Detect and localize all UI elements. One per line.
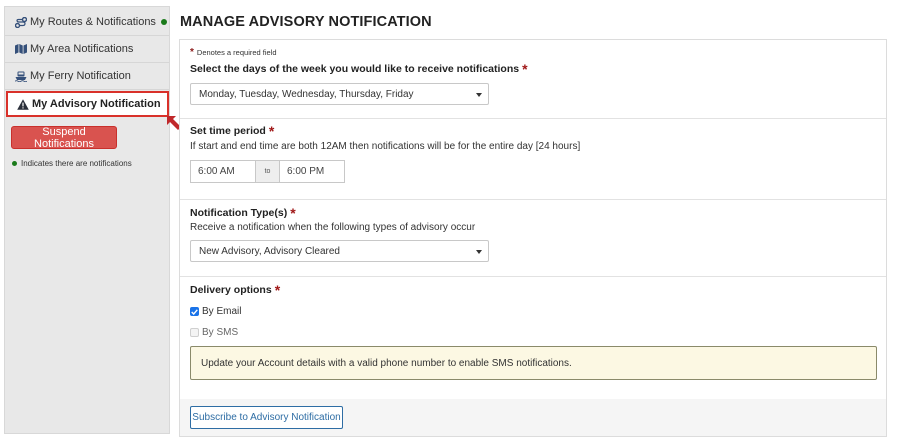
days-label: Select the days of the week you would li… bbox=[190, 61, 528, 77]
days-section: * Denotes a required field Select the da… bbox=[180, 40, 886, 119]
time-label-text: Set time period bbox=[190, 125, 266, 137]
ferry-icon bbox=[14, 70, 27, 82]
types-select[interactable]: New Advisory, Advisory Cleared bbox=[190, 240, 489, 262]
sidebar-item-label: My Advisory Notification bbox=[32, 98, 161, 110]
time-separator: to bbox=[256, 160, 279, 183]
routes-icon bbox=[14, 16, 27, 28]
delivery-label: Delivery options * bbox=[190, 282, 281, 298]
days-label-text: Select the days of the week you would li… bbox=[190, 63, 520, 75]
notification-dot bbox=[160, 19, 167, 25]
types-label-text: Notification Type(s) bbox=[190, 207, 288, 219]
legend-text: Indicates there are notifications bbox=[21, 159, 132, 168]
warning-icon bbox=[16, 98, 29, 110]
types-section: Notification Type(s) * Receive a notific… bbox=[180, 200, 886, 277]
sms-checkbox[interactable] bbox=[190, 328, 199, 337]
suspend-notifications-button[interactable]: Suspend Notifications bbox=[11, 126, 117, 150]
types-help: Receive a notification when the followin… bbox=[190, 222, 476, 233]
end-time-input[interactable]: 6:00 PM bbox=[279, 160, 345, 183]
days-select-value: Monday, Tuesday, Wednesday, Thursday, Fr… bbox=[199, 88, 414, 100]
form-footer: Subscribe to Advisory Notification bbox=[180, 399, 886, 436]
days-select[interactable]: Monday, Tuesday, Wednesday, Thursday, Fr… bbox=[190, 83, 489, 105]
types-select-value: New Advisory, Advisory Cleared bbox=[199, 245, 340, 257]
sms-option[interactable]: By SMS bbox=[190, 327, 238, 338]
page-title: MANAGE ADVISORY NOTIFICATION bbox=[180, 14, 432, 30]
required-marker: * bbox=[190, 47, 194, 58]
notification-dot-icon bbox=[12, 161, 17, 166]
sidebar-item-label: My Area Notifications bbox=[30, 43, 134, 55]
required-note-text: Denotes a required field bbox=[196, 48, 277, 57]
subscribe-button[interactable]: Subscribe to Advisory Notification bbox=[190, 406, 343, 429]
email-checkbox[interactable] bbox=[190, 307, 199, 316]
advisory-form: * Denotes a required field Select the da… bbox=[179, 39, 887, 437]
email-label: By Email bbox=[202, 306, 242, 317]
time-range: 6:00 AM to 6:00 PM bbox=[190, 160, 345, 183]
time-help: If start and end time are both 12AM then… bbox=[190, 141, 581, 152]
required-marker: * bbox=[274, 282, 281, 298]
map-icon bbox=[14, 43, 27, 55]
time-section: Set time period * If start and end time … bbox=[180, 119, 886, 200]
sidebar-item-label: My Ferry Notification bbox=[30, 70, 131, 82]
sidebar-item-advisory[interactable]: My Advisory Notification bbox=[6, 91, 169, 117]
sidebar-item-routes[interactable]: My Routes & Notifications bbox=[5, 9, 169, 36]
sms-notice: Update your Account details with a valid… bbox=[190, 346, 877, 380]
required-note: * Denotes a required field bbox=[190, 47, 277, 58]
email-option[interactable]: By Email bbox=[190, 306, 241, 317]
time-label: Set time period * bbox=[190, 123, 275, 139]
required-marker: * bbox=[290, 205, 296, 221]
sms-label: By SMS bbox=[202, 327, 239, 338]
required-marker: * bbox=[522, 61, 528, 77]
delivery-label-text: Delivery options bbox=[190, 284, 272, 296]
checkmark-icon bbox=[191, 308, 198, 315]
notification-legend: Indicates there are notifications bbox=[12, 159, 132, 168]
chevron-down-icon bbox=[476, 93, 482, 97]
sidebar: My Routes & Notifications My Area Notifi… bbox=[4, 6, 170, 434]
types-label: Notification Type(s) * bbox=[190, 205, 296, 221]
chevron-down-icon bbox=[476, 250, 482, 254]
sidebar-item-label: My Routes & Notifications bbox=[30, 16, 156, 28]
sidebar-item-area[interactable]: My Area Notifications bbox=[5, 36, 169, 63]
required-marker: * bbox=[268, 123, 275, 139]
sidebar-item-ferry[interactable]: My Ferry Notification bbox=[5, 63, 169, 90]
delivery-section: Delivery options * By Email By SMS Updat… bbox=[180, 277, 886, 399]
start-time-input[interactable]: 6:00 AM bbox=[190, 160, 256, 183]
